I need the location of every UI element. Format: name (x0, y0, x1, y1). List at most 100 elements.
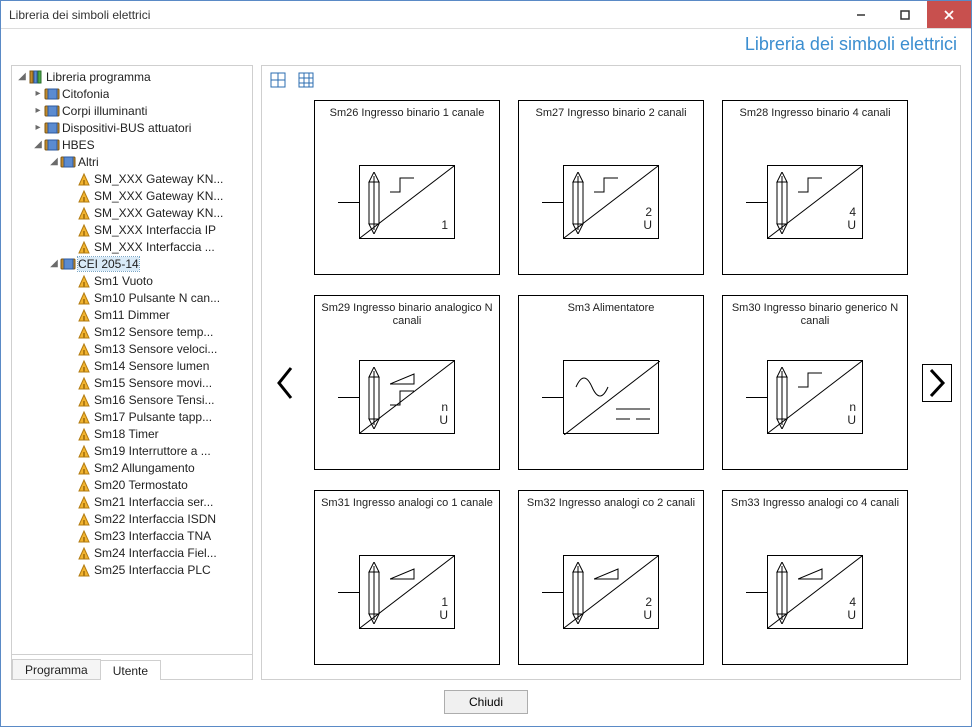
symbol-card[interactable]: Sm33 Ingresso analogi co 4 canali4U (722, 490, 908, 665)
expand-icon[interactable]: ▸ (32, 122, 44, 133)
tree-icon (44, 103, 60, 119)
prev-page-button[interactable] (270, 366, 300, 400)
tree-item[interactable]: SM_XXX Interfaccia IP (14, 221, 252, 238)
tree-item[interactable]: Sm14 Sensore lumen (14, 357, 252, 374)
tree-item[interactable]: Sm13 Sensore veloci... (14, 340, 252, 357)
tree-label: Sm23 Interfaccia TNA (94, 529, 211, 543)
tree-item[interactable]: Sm12 Sensore temp... (14, 323, 252, 340)
symbol-preview: nU (321, 330, 493, 463)
symbol-card[interactable]: Sm28 Ingresso binario 4 canali4U (722, 100, 908, 275)
titlebar: Libreria dei simboli elettrici (1, 1, 971, 29)
tree-root[interactable]: ◢ Libreria programma (14, 68, 252, 85)
tree-item[interactable]: Sm17 Pulsante tapp... (14, 408, 252, 425)
symbol-preview: 2U (525, 525, 697, 658)
tree-label: Sm2 Allungamento (94, 461, 195, 475)
symbol-card[interactable]: Sm30 Ingresso binario generico N canalin… (722, 295, 908, 470)
tree-item[interactable]: Sm16 Sensore Tensi... (14, 391, 252, 408)
tree-label: Sm24 Interfaccia Fiel... (94, 546, 217, 560)
maximize-button[interactable] (883, 1, 927, 28)
tool-button-2[interactable] (296, 70, 316, 90)
symbol-title: Sm27 Ingresso binario 2 canali (525, 107, 697, 135)
symbol-card[interactable]: Sm26 Ingresso binario 1 canale1 (314, 100, 500, 275)
symbol-card[interactable]: Sm32 Ingresso analogi co 2 canali2U (518, 490, 704, 665)
tree-item[interactable]: Sm21 Interfaccia ser... (14, 493, 252, 510)
tree-label: Sm20 Termostato (94, 478, 188, 492)
tree-label: SM_XXX Gateway KN... (94, 206, 223, 220)
tree-icon (76, 426, 92, 442)
expand-icon[interactable]: ◢ (16, 71, 28, 82)
tree-folder[interactable]: ▸Citofonia (14, 85, 252, 102)
tree-label: SM_XXX Interfaccia IP (94, 223, 216, 237)
tree-label: Libreria programma (46, 70, 151, 84)
tree-item[interactable]: SM_XXX Interfaccia ... (14, 238, 252, 255)
gallery-toolbar (262, 66, 960, 94)
tree-icon (44, 137, 60, 153)
tree-folder-selected[interactable]: ◢CEI 205-14 (14, 255, 252, 272)
tab-utente[interactable]: Utente (100, 660, 161, 680)
tree-item[interactable]: Sm22 Interfaccia ISDN (14, 510, 252, 527)
tree-folder[interactable]: ◢ Altri (14, 153, 252, 170)
close-button[interactable] (927, 1, 971, 28)
body: ◢ Libreria programma▸Citofonia▸Corpi illu… (1, 59, 971, 686)
tree-label: Sm17 Pulsante tapp... (94, 410, 212, 424)
tree-icon (76, 443, 92, 459)
tree-item[interactable]: Sm15 Sensore movi... (14, 374, 252, 391)
minimize-button[interactable] (839, 1, 883, 28)
tree-icon (76, 273, 92, 289)
symbol-card[interactable]: Sm3 Alimentatore (518, 295, 704, 470)
expand-icon[interactable]: ▸ (32, 105, 44, 116)
tree-item[interactable]: SM_XXX Gateway KN... (14, 170, 252, 187)
tree-item[interactable]: Sm24 Interfaccia Fiel... (14, 544, 252, 561)
chevron-right-icon (927, 368, 947, 398)
symbol-preview: 4U (729, 135, 901, 268)
grid-icon (298, 72, 314, 88)
grid-icon (270, 72, 286, 88)
tree-icon (44, 86, 60, 102)
tree-label: HBES (62, 138, 95, 152)
tab-programma[interactable]: Programma (12, 659, 101, 679)
tree-item[interactable]: SM_XXX Gateway KN... (14, 187, 252, 204)
symbol-title: Sm30 Ingresso binario generico N canali (729, 302, 901, 330)
window-title: Libreria dei simboli elettrici (9, 8, 839, 22)
close-dialog-button[interactable]: Chiudi (444, 690, 528, 714)
tree-folder[interactable]: ▸Corpi illuminanti (14, 102, 252, 119)
tree-item[interactable]: Sm20 Termostato (14, 476, 252, 493)
tree-folder[interactable]: ▸Dispositivi-BUS attuatori (14, 119, 252, 136)
tree-item[interactable]: Sm1 Vuoto (14, 272, 252, 289)
footer: Chiudi (1, 686, 971, 726)
tree-item[interactable]: Sm10 Pulsante N can... (14, 289, 252, 306)
tree[interactable]: ◢ Libreria programma▸Citofonia▸Corpi illu… (12, 66, 252, 654)
tree-icon (76, 375, 92, 391)
tree-item[interactable]: Sm23 Interfaccia TNA (14, 527, 252, 544)
expand-icon[interactable]: ▸ (32, 88, 44, 99)
tree-item[interactable]: Sm2 Allungamento (14, 459, 252, 476)
expand-icon[interactable]: ◢ (48, 258, 60, 269)
tree-label: Sm1 Vuoto (94, 274, 153, 288)
tool-button-1[interactable] (268, 70, 288, 90)
next-page-button[interactable] (922, 364, 952, 402)
tree-icon (76, 205, 92, 221)
expand-icon[interactable]: ◢ (32, 139, 44, 150)
tree-label: Sm18 Timer (94, 427, 159, 441)
symbol-card[interactable]: Sm27 Ingresso binario 2 canali2U (518, 100, 704, 275)
tree-folder[interactable]: ◢ HBES (14, 136, 252, 153)
tree-item[interactable]: Sm18 Timer (14, 425, 252, 442)
symbol-title: Sm28 Ingresso binario 4 canali (729, 107, 901, 135)
tree-item[interactable]: SM_XXX Gateway KN... (14, 204, 252, 221)
tree-item[interactable]: Sm19 Interruttore a ... (14, 442, 252, 459)
tree-icon (76, 307, 92, 323)
symbol-card[interactable]: Sm31 Ingresso analogi co 1 canale1U (314, 490, 500, 665)
tree-item[interactable]: Sm11 Dimmer (14, 306, 252, 323)
symbol-card[interactable]: Sm29 Ingresso binario analogico N canali… (314, 295, 500, 470)
tree-icon (76, 511, 92, 527)
tree-icon (76, 562, 92, 578)
tree-label: Altri (78, 155, 99, 169)
tree-icon (28, 69, 44, 85)
tree-item[interactable]: Sm25 Interfaccia PLC (14, 561, 252, 578)
tree-label: Sm13 Sensore veloci... (94, 342, 217, 356)
tree-icon (76, 460, 92, 476)
tree-icon (76, 494, 92, 510)
expand-icon[interactable]: ◢ (48, 156, 60, 167)
tree-icon (76, 545, 92, 561)
symbol-preview: 1U (321, 525, 493, 658)
